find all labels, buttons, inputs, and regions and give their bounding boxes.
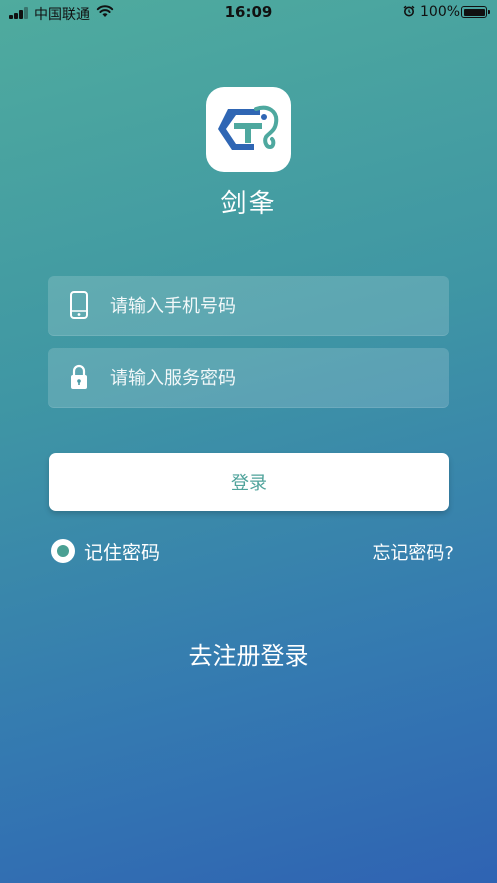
register-link[interactable]: 去注册登录 [0, 636, 497, 671]
password-field[interactable] [48, 348, 449, 409]
forgot-password-link[interactable]: 忘记密码? [372, 539, 454, 565]
battery-percent: 100% [420, 4, 461, 20]
remember-label: 记住密码 [84, 542, 161, 564]
remember-radio[interactable] [51, 539, 75, 563]
password-input[interactable] [108, 348, 442, 409]
phone-icon [70, 291, 88, 319]
phone-input[interactable] [108, 276, 442, 337]
lock-icon [71, 364, 87, 389]
app-name: 剑夆 [220, 189, 277, 219]
phone-field[interactable] [48, 276, 449, 337]
alarm-icon [403, 5, 415, 17]
login-button[interactable]: 登录 [49, 453, 449, 511]
status-bar: 中国联通 16:09 100% [0, 0, 497, 26]
app-logo-icon [206, 87, 291, 172]
battery-icon [461, 6, 490, 18]
